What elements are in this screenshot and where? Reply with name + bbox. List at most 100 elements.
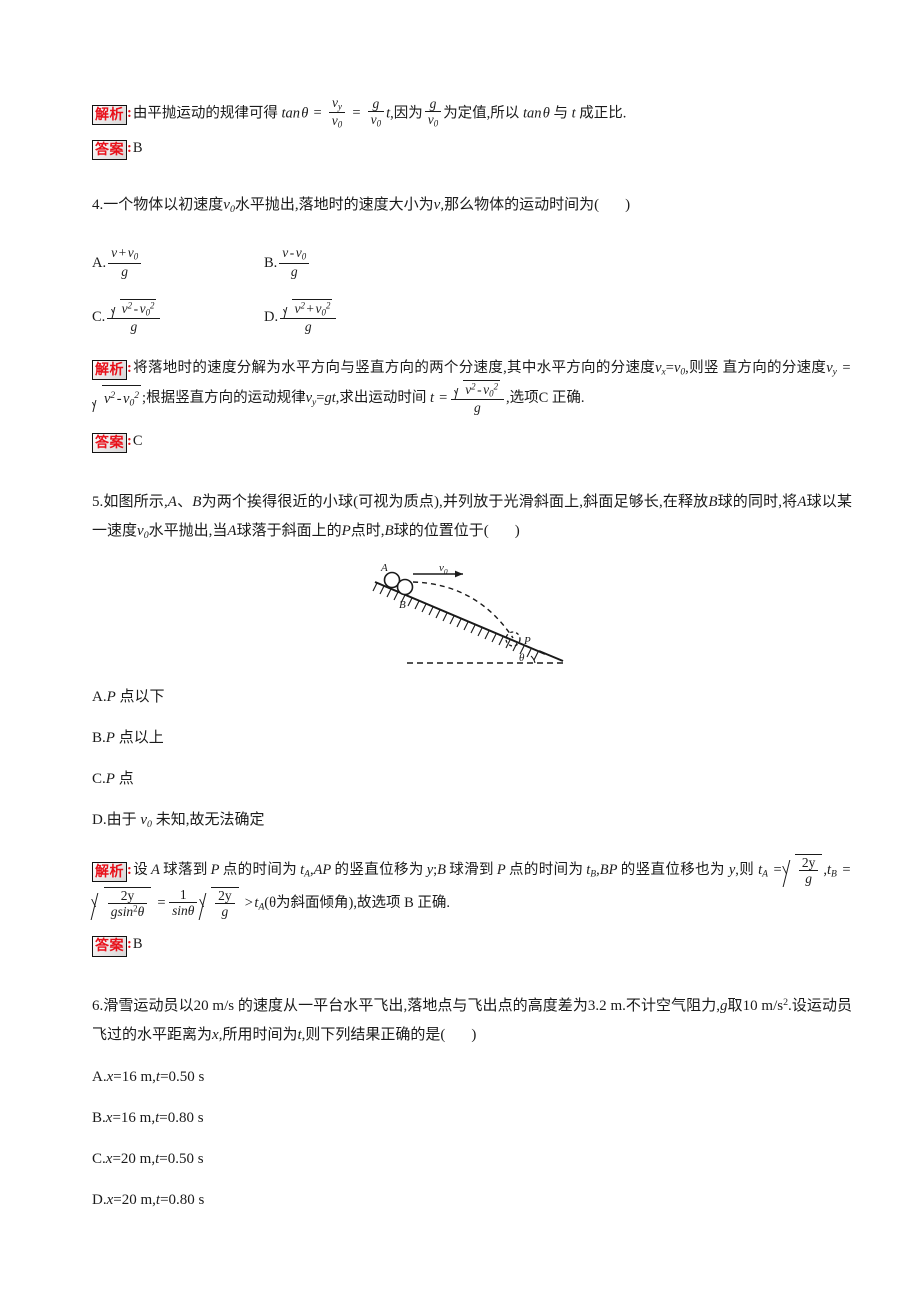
q3-answer-value: B xyxy=(132,139,143,156)
q4c-op: - xyxy=(133,300,139,316)
q5-A: A xyxy=(167,493,177,510)
tan-symbol: tan xyxy=(281,105,300,122)
q6d-tval: =0.80 s xyxy=(160,1192,205,1209)
q4-option-c[interactable]: C. v2- v02 g xyxy=(92,298,264,336)
question-4-stem: 4.一个物体以初速度v0水平抛出,落地时的速度大小为v,那么物体的运动时间为() xyxy=(92,191,852,220)
q4-sol-t: t xyxy=(429,390,435,407)
q5-stem-l2g: ) xyxy=(514,523,520,540)
q5-option-b-label: B. xyxy=(92,730,106,747)
q5-answer-value: B xyxy=(132,936,143,953)
q6-stem-l2a: 取10 m/s xyxy=(727,997,784,1014)
q5-sqrt-2y-g: 2y g xyxy=(784,854,823,887)
q6-answer-blank[interactable] xyxy=(445,1027,471,1043)
inclined-plane-diagram: A B P v0 θ xyxy=(372,562,564,664)
analysis-colon-q4: : xyxy=(127,359,132,376)
q5-sol-BP: BP xyxy=(599,862,618,879)
q5-option-a-label: A. xyxy=(92,689,107,706)
q6-option-d[interactable]: D.x=20 m,t=0.80 s xyxy=(92,1191,852,1209)
q5-g-1: g xyxy=(805,871,813,887)
analysis-tag: 解析 xyxy=(92,105,127,126)
q6b-xval: =16 m, xyxy=(112,1110,156,1127)
q4c-sqrt: v2- v02 xyxy=(111,298,157,318)
v0-sub-3: 0 xyxy=(433,118,439,129)
vy-sub: y xyxy=(338,101,342,112)
q4b-g: g xyxy=(290,263,298,279)
q6-stem-l2d: ,则下列结果正确的是( xyxy=(301,1027,446,1044)
q4-option-d[interactable]: D. v2 + v02 g xyxy=(264,298,436,336)
q3-analysis-text: 由平抛运动的规律可得 xyxy=(132,105,278,122)
q4-eq1: = xyxy=(665,359,674,376)
q5-sol-l1e: 的竖直位移为 xyxy=(334,862,424,879)
q5-sol-P2: P xyxy=(496,862,506,879)
q5-option-c-var: P xyxy=(105,771,115,788)
q5-analysis-row: 解析:设 A 球落到 P 点的时间为 tA,AP 的竖直位移为 y;B 球滑到 … xyxy=(92,854,852,920)
q6-option-c[interactable]: C.x=20 m,t=0.50 s xyxy=(92,1150,852,1168)
q5-one: 1 xyxy=(179,887,187,903)
q4-stem-d: ) xyxy=(625,197,631,214)
q5-sol-l1g: 球滑到 xyxy=(448,862,494,879)
q4-option-b[interactable]: B. v - v0 g xyxy=(264,245,436,281)
label-theta: θ xyxy=(519,652,525,664)
q5-g-2: g xyxy=(221,904,229,920)
q4-option-a-fraction: v + v0 g xyxy=(108,245,142,279)
q6-option-a[interactable]: A.x=16 m,t=0.50 s xyxy=(92,1068,852,1086)
answer-colon-q4: : xyxy=(127,432,132,449)
q5-sqrt-2y-gsin: 2y gsin2θ xyxy=(93,887,152,920)
q5-option-b[interactable]: B.P 点以上 xyxy=(92,729,852,747)
q5-sol-tA-sub-2: A xyxy=(762,868,769,880)
q6-option-b[interactable]: B.x=16 m,t=0.80 s xyxy=(92,1109,852,1127)
q3-tail-text2: 成正比. xyxy=(579,105,627,122)
q5-2y-1: 2y xyxy=(801,854,816,870)
q5-sol-l1j: 的竖直位移也为 xyxy=(620,862,725,879)
t-symbol-2: t xyxy=(571,105,576,122)
q6-stem-l2c: ,所用时间为 xyxy=(218,1027,298,1044)
q4-stem-b: 水平抛出,落地时的速度大小为 xyxy=(234,197,434,214)
worksheet-page: 解析:由平抛运动的规律可得 tan θ = vy v0 = g v0 t,因为 g v0 为… xyxy=(0,0,920,1302)
q5-A3: A xyxy=(227,523,237,540)
q5-v0: v xyxy=(137,523,144,540)
v0-sub: 0 xyxy=(337,119,343,130)
q4-option-d-fraction: v2 + v02 g xyxy=(280,298,337,335)
q5-sol-tB-sub-2: B xyxy=(831,868,837,880)
q4-option-a-label: A. xyxy=(92,254,107,271)
q3-answer-row: 答案:B xyxy=(92,136,852,161)
label-p: P xyxy=(523,635,531,647)
q4d-sqrt: v2 + v02 xyxy=(284,298,333,318)
q4b-v0-sub: 0 xyxy=(301,251,307,262)
q5-sqrt-2y-g-2: 2y g xyxy=(200,887,239,920)
q4-option-b-label: B. xyxy=(264,254,278,271)
q5-stem-l2d: 球落于斜面上的 xyxy=(236,523,342,540)
q5-figure: A B P v0 θ xyxy=(92,560,852,672)
q4-sol-fraction: v2- v02 g xyxy=(450,379,505,416)
q4c-g: g xyxy=(130,319,138,335)
analysis-tag-q4: 解析 xyxy=(92,359,127,380)
q4-option-c-fraction: v2- v02 g xyxy=(107,298,161,335)
q4-answer-blank[interactable] xyxy=(599,197,625,213)
answer-colon-q5: : xyxy=(127,936,132,953)
q5-sol-l1b: 球落到 xyxy=(162,862,208,879)
q5-answer-blank[interactable] xyxy=(489,523,515,539)
q5-number: 5. xyxy=(92,493,104,510)
q5-theta-1: θ xyxy=(137,904,145,920)
q6-g: g xyxy=(720,997,728,1014)
answer-tag-q4: 答案 xyxy=(92,432,127,453)
tan-symbol-2: tan xyxy=(522,105,542,122)
q5-option-c[interactable]: C.P 点 xyxy=(92,770,852,788)
q5-option-a[interactable]: A.P 点以下 xyxy=(92,688,852,706)
q5-option-c-label: C. xyxy=(92,771,106,788)
q5-sol-AP: AP xyxy=(313,862,332,879)
answer-colon: : xyxy=(127,139,132,156)
q4-options-row-1: A. v + v0 g B. v - v0 g xyxy=(92,245,852,281)
page-content: 解析:由平抛运动的规律可得 tan θ = vy v0 = g v0 t,因为 g v0 为… xyxy=(92,95,852,1232)
q5-2y-2: 2y xyxy=(120,888,135,904)
q5-option-d[interactable]: D.由于 v0 未知,故无法确定 xyxy=(92,811,852,831)
q6c-xval: =20 m, xyxy=(112,1151,156,1168)
q4-analysis-line1-tail: ,则竖 xyxy=(685,359,719,376)
theta-symbol-2: θ xyxy=(542,105,550,122)
q6a-xval: =16 m, xyxy=(113,1069,156,1086)
q4-option-a[interactable]: A. v + v0 g xyxy=(92,245,264,281)
q6-option-d-label: D. xyxy=(92,1192,107,1209)
q5-B3: B xyxy=(384,523,394,540)
q5-P: P xyxy=(341,523,351,540)
q5-frac-1-sin: 1 sinθ xyxy=(169,887,198,918)
